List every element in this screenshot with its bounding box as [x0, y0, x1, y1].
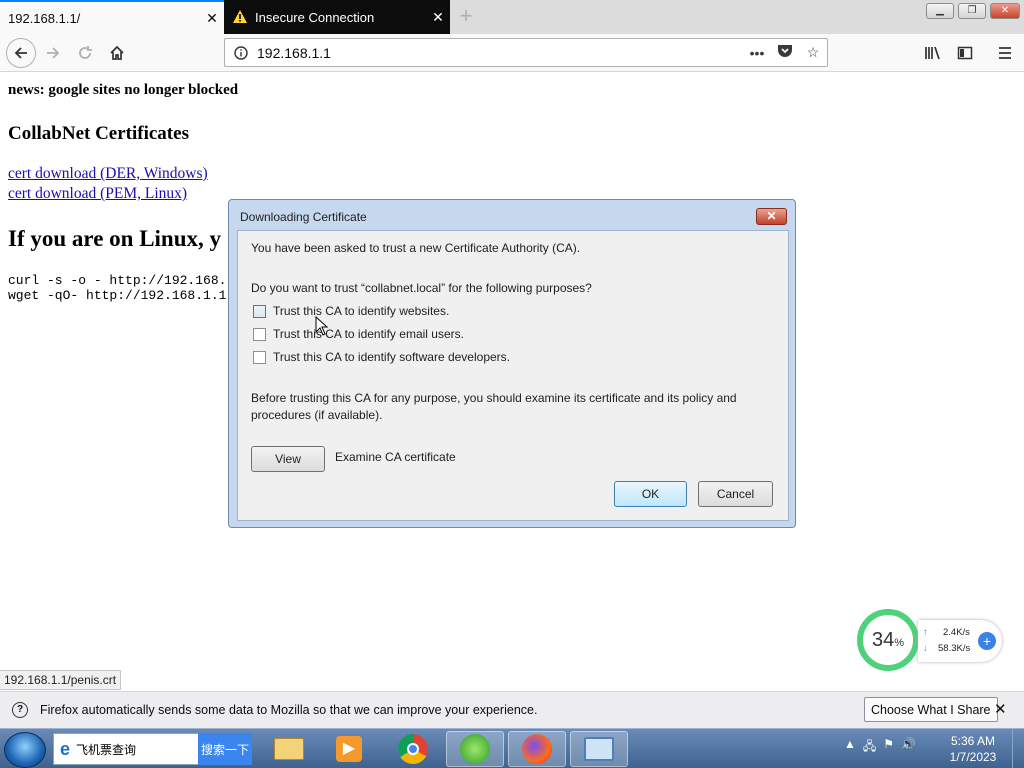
clock-date: 1/7/2023: [949, 750, 997, 764]
dialog-close-button[interactable]: ✕: [756, 208, 787, 225]
clock-time: 5:36 AM: [950, 734, 996, 748]
cpu-gauge[interactable]: 34%: [857, 609, 919, 671]
star-icon[interactable]: ☆: [799, 44, 827, 61]
volume-icon[interactable]: 🔊: [901, 737, 916, 758]
close-icon[interactable]: ✕: [994, 700, 1007, 718]
choose-what-i-share-button[interactable]: Choose What I Share: [864, 697, 998, 722]
view-button[interactable]: View: [251, 446, 325, 472]
chrome-icon[interactable]: [384, 731, 442, 767]
news-text: news: google sites no longer blocked: [8, 82, 239, 98]
taskbar: e 飞机票查询 搜索一下 ▶ ▲ 🖧 ⚑ 🔊 5:36 AM 1/7/2023: [0, 728, 1024, 768]
download-speed: 58.3K/s: [938, 643, 971, 654]
trust-email-checkbox[interactable]: [253, 327, 266, 341]
back-button[interactable]: [6, 38, 36, 68]
page-heading: CollabNet Certificates: [8, 123, 189, 144]
info-icon[interactable]: [225, 45, 257, 60]
taskbar-search-input[interactable]: e 飞机票查询: [53, 733, 199, 765]
trust-websites-option[interactable]: Trust this CA to identify websites.: [253, 304, 449, 318]
minimize-button[interactable]: ▁: [926, 3, 954, 19]
flag-icon[interactable]: ⚑: [883, 737, 894, 758]
home-icon: [110, 45, 124, 60]
download-arrow-icon: ↓: [923, 643, 928, 654]
restore-button[interactable]: ❐: [958, 3, 986, 19]
library-icon: [925, 46, 940, 60]
dialog-question: Do you want to trust “collabnet.local” f…: [251, 281, 592, 295]
data-notice-bar: ? Firefox automatically sends some data …: [0, 691, 1024, 728]
cancel-button[interactable]: Cancel: [698, 481, 773, 507]
der-cert-link[interactable]: cert download (DER, Windows): [8, 165, 208, 183]
dialog-intro: You have been asked to trust a new Certi…: [251, 241, 581, 255]
network-icon[interactable]: 🖧: [863, 737, 876, 758]
gauge-unit: %: [894, 637, 905, 649]
clock[interactable]: 5:36 AM 1/7/2023: [940, 733, 1006, 765]
linux-heading: If you are on Linux, y: [8, 226, 222, 251]
trust-software-option[interactable]: Trust this CA to identify software devel…: [253, 350, 510, 364]
library-button[interactable]: [918, 38, 948, 68]
window-close-button[interactable]: ✕: [990, 3, 1020, 19]
plus-icon[interactable]: +: [978, 632, 996, 650]
trust-email-option[interactable]: Trust this CA to identify email users.: [253, 327, 464, 341]
home-button[interactable]: [102, 38, 132, 68]
status-url: 192.168.1.1/penis.crt: [0, 670, 122, 690]
forward-button[interactable]: [38, 38, 68, 68]
warning-icon: [233, 10, 247, 23]
ok-button[interactable]: OK: [614, 481, 687, 507]
media-player-icon[interactable]: ▶: [320, 731, 378, 767]
certificate-dialog: Downloading Certificate ✕ You have been …: [228, 199, 796, 528]
start-button[interactable]: [4, 732, 46, 768]
menu-icon: [999, 47, 1011, 59]
control-panel-icon[interactable]: [570, 731, 628, 767]
option-label: Trust this CA to identify email users.: [273, 327, 464, 341]
code-line: wget -qO- http://192.168.1.1: [8, 288, 227, 303]
file-explorer-icon[interactable]: [260, 731, 318, 767]
taskbar-search-button[interactable]: 搜索一下: [198, 733, 252, 765]
reload-icon: [79, 46, 92, 59]
close-tab-icon[interactable]: ✕: [426, 9, 450, 26]
question-icon: ?: [12, 702, 28, 718]
notice-text: Firefox automatically sends some data to…: [40, 703, 538, 717]
network-speed-panel: ↑ 2.4K/s ↓ 58.3K/s +: [918, 620, 1002, 662]
view-description: Examine CA certificate: [335, 450, 456, 464]
ie-icon: e: [60, 738, 71, 759]
url-bar[interactable]: 192.168.1.1 ••• ☆: [224, 38, 828, 67]
new-tab-icon[interactable]: +: [456, 5, 476, 27]
dialog-title: Downloading Certificate: [240, 210, 367, 224]
search-text: 飞机票查询: [76, 742, 137, 757]
code-line: curl -s -o - http://192.168.: [8, 273, 227, 288]
tab-insecure-connection[interactable]: Insecure Connection ✕: [224, 0, 450, 34]
mouse-cursor-icon: [315, 316, 329, 336]
system-tray: ▲ 🖧 ⚑ 🔊: [844, 737, 916, 758]
dialog-advice: Before trusting this CA for any purpose,…: [251, 391, 737, 422]
show-hidden-icon[interactable]: ▲: [844, 737, 856, 758]
trust-websites-checkbox[interactable]: [253, 304, 266, 318]
tab-192-168-1-1[interactable]: 192.168.1.1/ ✕: [0, 0, 224, 34]
reload-button[interactable]: [70, 38, 100, 68]
tab-strip: 192.168.1.1/ ✕ Insecure Connection ✕ + ▁…: [0, 0, 1024, 34]
trust-software-checkbox[interactable]: [253, 350, 266, 364]
upload-arrow-icon: ↑: [923, 627, 928, 638]
more-icon[interactable]: •••: [743, 45, 771, 61]
sidebar-icon: [957, 46, 973, 60]
menu-button[interactable]: [990, 38, 1020, 68]
gauge-percent: 34: [871, 628, 895, 651]
show-desktop-button[interactable]: [1012, 729, 1024, 768]
back-icon: [14, 47, 27, 59]
close-tab-icon[interactable]: ✕: [200, 10, 224, 27]
option-label: Trust this CA to identify software devel…: [273, 350, 510, 364]
tab-label: 192.168.1.1/: [8, 10, 81, 26]
forward-icon: [47, 47, 60, 59]
ie-taskbar-icon[interactable]: [446, 731, 504, 767]
pocket-icon[interactable]: [771, 44, 799, 61]
dialog-body: You have been asked to trust a new Certi…: [237, 230, 789, 521]
url-text[interactable]: 192.168.1.1: [257, 45, 743, 61]
pem-cert-link[interactable]: cert download (PEM, Linux): [8, 185, 187, 203]
sidebar-button[interactable]: [950, 38, 980, 68]
option-label: Trust this CA to identify websites.: [273, 304, 450, 318]
firefox-icon[interactable]: [508, 731, 566, 767]
upload-speed: 2.4K/s: [943, 627, 970, 638]
tab-label: Insecure Connection: [255, 9, 375, 25]
